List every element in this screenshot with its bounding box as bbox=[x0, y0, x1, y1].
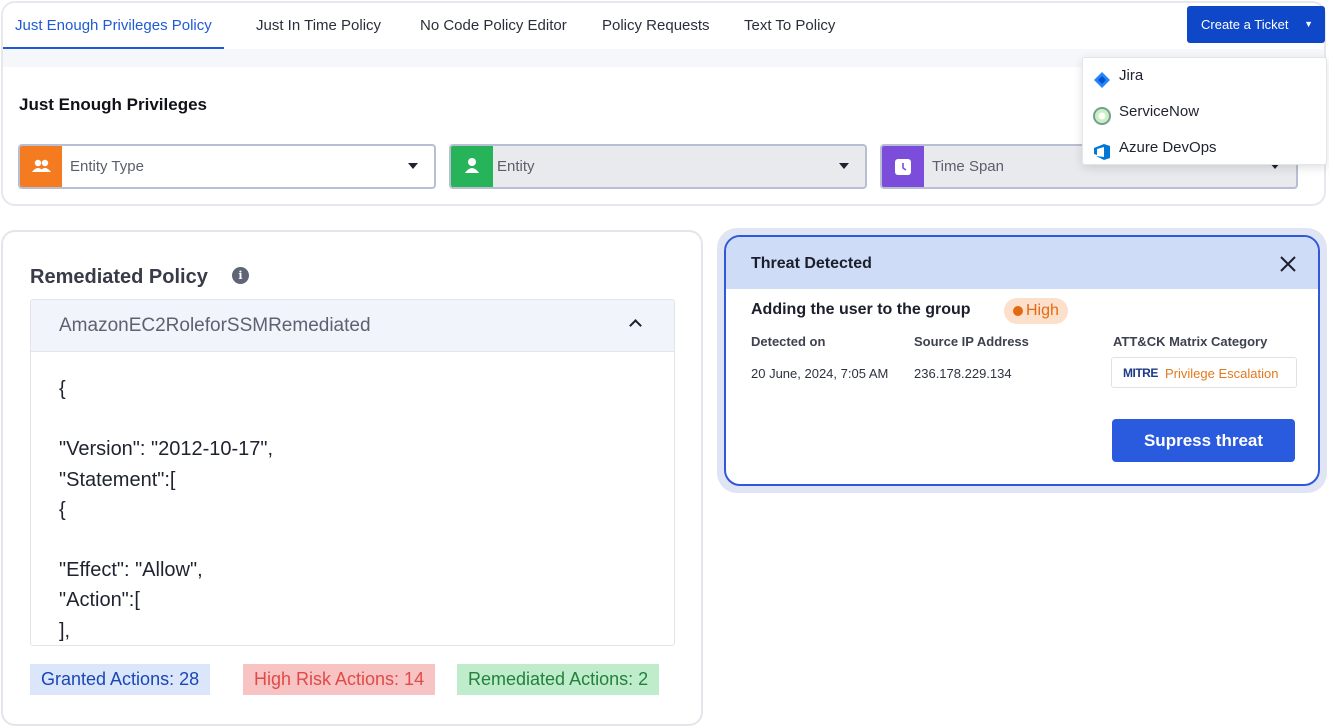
menu-item-label: Jira bbox=[1119, 67, 1144, 84]
severity-label: High bbox=[1026, 302, 1059, 319]
tab-just-in-time-policy[interactable]: Just In Time Policy bbox=[244, 3, 393, 49]
jira-icon bbox=[1093, 67, 1111, 88]
source-ip-value: 236.178.229.134 bbox=[914, 366, 1012, 381]
clock-icon bbox=[882, 146, 924, 187]
threat-title: Threat Detected bbox=[751, 255, 872, 272]
policy-code: { "Version": "2012-10-17", "Statement":[… bbox=[59, 374, 274, 645]
detected-on-value: 20 June, 2024, 7:05 AM bbox=[751, 366, 889, 381]
code-line: "Statement":[ bbox=[59, 468, 176, 491]
policy-name: AmazonEC2RoleforSSMRemediated bbox=[59, 315, 371, 336]
code-line: { bbox=[59, 498, 66, 521]
severity-badge: High bbox=[1004, 298, 1068, 324]
chevron-down-icon bbox=[839, 163, 849, 169]
close-icon[interactable] bbox=[1278, 254, 1298, 274]
tab-just-enough-privileges-policy[interactable]: Just Enough Privileges Policy bbox=[3, 3, 224, 49]
policy-code-panel: AmazonEC2RoleforSSMRemediated { "Version… bbox=[30, 299, 675, 646]
tab-no-code-policy-editor[interactable]: No Code Policy Editor bbox=[408, 3, 579, 49]
section-title: Just Enough Privileges bbox=[19, 95, 207, 114]
source-ip-header: Source IP Address bbox=[914, 334, 1029, 349]
menu-item-label: Azure DevOps bbox=[1119, 139, 1217, 156]
remediated-policy-card: Remediated Policy i AmazonEC2RoleforSSMR… bbox=[1, 230, 703, 726]
code-line: "Action":[ bbox=[59, 589, 140, 612]
mitre-category-tag: MITRE Privilege Escalation bbox=[1111, 357, 1297, 388]
tab-policy-requests[interactable]: Policy Requests bbox=[590, 3, 722, 49]
azure-devops-icon bbox=[1093, 139, 1111, 160]
entity-type-select[interactable]: Entity Type bbox=[18, 144, 436, 189]
menu-item-azure-devops[interactable]: Azure DevOps bbox=[1083, 130, 1326, 166]
high-risk-actions-badge: High Risk Actions: 14 bbox=[243, 664, 436, 695]
severity-dot-icon bbox=[1013, 306, 1023, 316]
policy-title: Remediated Policy bbox=[30, 266, 208, 288]
attack-category-header: ATT&CK Matrix Category bbox=[1113, 334, 1268, 349]
mitre-logo: MITRE bbox=[1123, 366, 1158, 380]
code-line: "Effect": "Allow", bbox=[59, 559, 203, 582]
create-ticket-button[interactable]: Create a Ticket ▼ bbox=[1187, 6, 1325, 43]
threat-header: Threat Detected bbox=[726, 237, 1318, 289]
threat-card-glow: Threat Detected Adding the user to the g… bbox=[717, 228, 1327, 493]
code-line: { bbox=[59, 378, 66, 400]
users-icon bbox=[20, 146, 62, 187]
chevron-up-icon[interactable] bbox=[629, 319, 642, 332]
chevron-down-icon bbox=[408, 163, 418, 169]
tab-text-to-policy[interactable]: Text To Policy bbox=[732, 3, 847, 49]
caret-down-icon: ▼ bbox=[1304, 19, 1313, 29]
entity-type-label: Entity Type bbox=[70, 158, 144, 175]
threat-detected-card: Threat Detected Adding the user to the g… bbox=[724, 235, 1320, 486]
mitre-category-label: Privilege Escalation bbox=[1165, 366, 1279, 381]
menu-item-servicenow[interactable]: ServiceNow bbox=[1083, 94, 1326, 130]
granted-actions-badge: Granted Actions: 28 bbox=[30, 664, 211, 695]
code-line: ], bbox=[59, 619, 71, 642]
ticket-dropdown-menu: Jira ServiceNow Azure DevOps bbox=[1082, 57, 1327, 165]
remediated-actions-badge: Remediated Actions: 2 bbox=[457, 664, 660, 695]
menu-item-label: ServiceNow bbox=[1119, 103, 1200, 120]
user-icon bbox=[451, 146, 493, 187]
time-span-label: Time Span bbox=[932, 158, 1004, 175]
policy-accordion-header[interactable]: AmazonEC2RoleforSSMRemediated bbox=[31, 300, 674, 352]
menu-item-jira[interactable]: Jira bbox=[1083, 58, 1326, 94]
create-ticket-label: Create a Ticket bbox=[1201, 17, 1289, 32]
code-line: "Version": "2012-10-17", bbox=[59, 438, 274, 461]
threat-description: Adding the user to the group bbox=[751, 301, 971, 318]
supress-threat-button[interactable]: Supress threat bbox=[1112, 419, 1295, 462]
servicenow-icon bbox=[1093, 103, 1111, 125]
entity-select[interactable]: Entity bbox=[449, 144, 867, 189]
info-icon[interactable]: i bbox=[232, 267, 249, 284]
detected-on-header: Detected on bbox=[751, 334, 826, 349]
entity-label: Entity bbox=[497, 158, 535, 175]
